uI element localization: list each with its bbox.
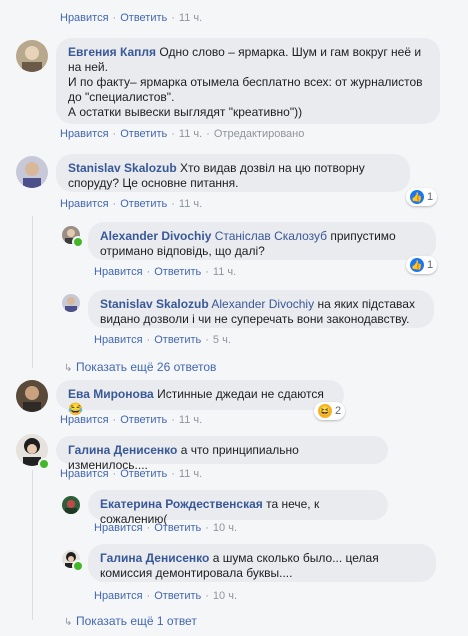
timestamp: 11 ч. — [178, 128, 203, 140]
comment-bubble: Stanislav Skalozub Хто видав дозвіл на ц… — [56, 154, 410, 192]
thread-line — [32, 216, 33, 368]
comment-bubble: Евгения Капля Одно слово – ярмарка. Шум … — [56, 38, 440, 124]
like-icon: 👍 — [410, 258, 424, 272]
like-link[interactable]: Нравится — [94, 266, 143, 278]
avatar[interactable] — [62, 294, 80, 312]
like-link[interactable]: Нравится — [60, 128, 109, 140]
like-link[interactable]: Нравится — [60, 414, 109, 426]
comment-author[interactable]: Ева Миронова — [68, 387, 154, 401]
comment-bubble: Галина Денисенко а шума сколько было... … — [88, 544, 436, 582]
comment-actions: Нравится · Ответить · 10 ч. — [94, 590, 238, 602]
timestamp: 11 ч. — [212, 266, 237, 278]
thread-line — [32, 470, 33, 620]
comment-actions: Нравится · Ответить · 11 ч. — [60, 414, 203, 426]
comment-actions: Нравится · Ответить · 11 ч. — [94, 266, 237, 278]
reply-link[interactable]: Ответить — [154, 266, 201, 278]
reaction-number: 1 — [427, 191, 434, 203]
like-link[interactable]: Нравится — [94, 334, 143, 346]
reply-link[interactable]: Ответить — [120, 128, 167, 140]
comment-actions: Нравится · Ответить · 11 ч. — [60, 12, 203, 24]
reaction-count[interactable]: 👍 1 — [406, 188, 438, 206]
reply-arrow-icon: ↳ — [64, 617, 73, 628]
timestamp: 11 ч. — [178, 414, 203, 426]
reaction-number: 1 — [427, 259, 434, 271]
reply-arrow-icon: ↳ — [64, 363, 73, 374]
comment-actions: Нравится · Ответить · 11 ч. · Отредактировано — [60, 128, 305, 140]
comment-actions: Нравится · Ответить · 11 ч. — [60, 198, 203, 210]
avatar-image — [16, 40, 48, 72]
reply-link[interactable]: Ответить — [120, 468, 167, 480]
online-indicator — [72, 560, 84, 572]
timestamp: 5 ч. — [212, 334, 231, 346]
avatar-image — [62, 496, 80, 514]
avatar[interactable] — [62, 496, 80, 514]
reply-link[interactable]: Ответить — [120, 12, 167, 24]
online-indicator — [72, 236, 84, 248]
reaction-count[interactable]: 😆 2 — [314, 402, 346, 420]
comment-bubble: Alexander Divochiy Станіслав Скалозуб пр… — [88, 222, 436, 260]
comment-author[interactable]: Галина Денисенко — [100, 551, 209, 565]
timestamp: 10 ч. — [212, 522, 238, 534]
haha-icon: 😆 — [318, 404, 332, 418]
avatar[interactable] — [16, 380, 48, 412]
reply-link[interactable]: Ответить — [120, 198, 167, 210]
comment-author[interactable]: Alexander Divochiy — [100, 229, 211, 243]
edited-label: Отредактировано — [213, 128, 305, 140]
mention-link[interactable]: Станіслав Скалозуб — [215, 229, 327, 243]
like-link[interactable]: Нравится — [60, 198, 109, 210]
avatar-image — [16, 380, 48, 412]
online-indicator — [38, 458, 50, 470]
mention-link[interactable]: Alexander Divochiy — [211, 297, 314, 311]
show-more-label: Показать ещё 1 ответ — [76, 614, 197, 628]
comment-actions: Нравится · Ответить · 11 ч. — [60, 468, 203, 480]
timestamp: 11 ч. — [178, 468, 203, 480]
like-link[interactable]: Нравится — [60, 12, 109, 24]
like-icon: 👍 — [410, 190, 424, 204]
timestamp: 10 ч. — [212, 590, 238, 602]
reply-link[interactable]: Ответить — [154, 590, 201, 602]
show-more-replies-link[interactable]: ↳ Показать ещё 26 ответов — [64, 360, 216, 374]
show-more-label: Показать ещё 26 ответов — [76, 360, 217, 374]
like-link[interactable]: Нравится — [94, 522, 143, 534]
timestamp: 11 ч. — [178, 12, 203, 24]
reaction-number: 2 — [335, 405, 342, 417]
reply-link[interactable]: Ответить — [120, 414, 167, 426]
like-link[interactable]: Нравится — [60, 468, 109, 480]
comment-actions: Нравится · Ответить · 5 ч. — [94, 334, 231, 346]
show-more-replies-link[interactable]: ↳ Показать ещё 1 ответ — [64, 614, 197, 628]
avatar[interactable] — [16, 156, 48, 188]
comment-bubble: Екатерина Рождественская та нече, к сожа… — [88, 490, 388, 526]
reaction-count[interactable]: 👍 1 — [406, 256, 438, 274]
avatar-image — [62, 294, 80, 312]
reply-link[interactable]: Ответить — [154, 334, 201, 346]
comment-author[interactable]: Евгения Капля — [68, 45, 156, 59]
reply-link[interactable]: Ответить — [154, 522, 201, 534]
comment-bubble: Ева Миронова Истинные джедаи не сдаются … — [56, 380, 344, 416]
avatar-image — [16, 156, 48, 188]
avatar[interactable] — [16, 40, 48, 72]
comment-bubble: Stanislav Skalozub Alexander Divochiy на… — [88, 290, 434, 328]
timestamp: 11 ч. — [178, 198, 203, 210]
comment-author[interactable]: Галина Денисенко — [68, 443, 177, 457]
comment-author[interactable]: Stanislav Skalozub — [68, 161, 177, 175]
comment-actions: Нравится · Ответить · 10 ч. — [94, 522, 238, 534]
like-link[interactable]: Нравится — [94, 590, 143, 602]
comment-author[interactable]: Stanislav Skalozub — [100, 297, 209, 311]
comment-bubble: Галина Денисенко а что принципиально изм… — [56, 436, 388, 472]
comment-author[interactable]: Екатерина Рождественская — [100, 497, 263, 511]
